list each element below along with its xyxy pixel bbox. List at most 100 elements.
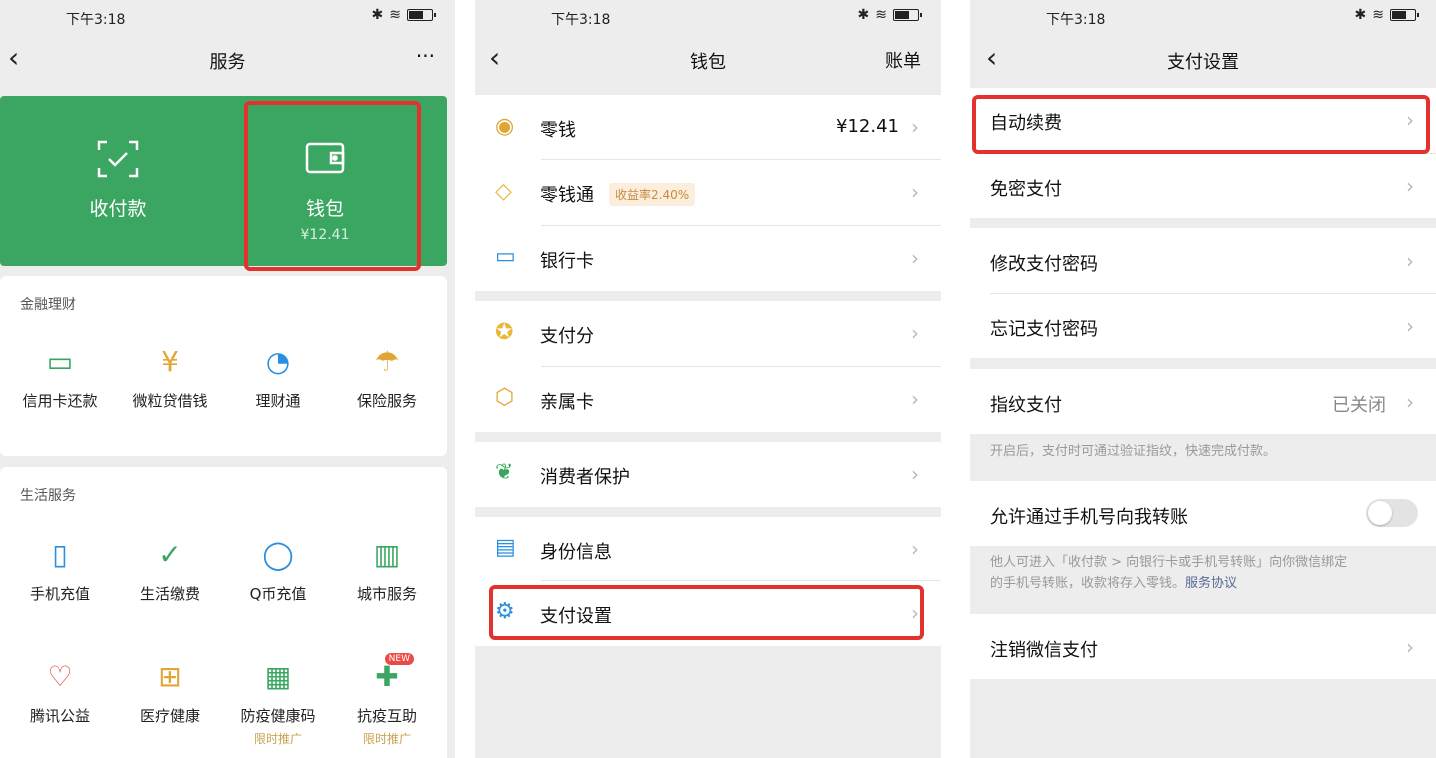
chevron-right-icon: ›	[1406, 314, 1414, 338]
bill-button[interactable]: 账单	[885, 47, 921, 73]
wealth-button[interactable]: ◔ 理财通	[223, 348, 333, 411]
row-label: 消费者保护	[540, 467, 630, 488]
row-label: 允许通过手机号向我转账	[990, 507, 1188, 528]
scan-check-icon	[8, 140, 228, 180]
page-title: 服务	[209, 52, 246, 73]
change-row[interactable]: ◉ 零钱 ¥12.41 ›	[475, 95, 941, 160]
coin-icon: ◉	[495, 114, 515, 139]
bank-card-icon: ▭	[495, 244, 516, 269]
chevron-right-icon: ›	[911, 462, 919, 486]
chevron-right-icon: ›	[1406, 390, 1414, 414]
highlight-box-pay-settings	[489, 585, 924, 640]
pay-receive-button[interactable]: 收付款	[8, 96, 228, 266]
lingqiantong-row[interactable]: ◇ 零钱通 收益率2.40% ›	[475, 160, 941, 226]
shield-hands-icon: ❦	[495, 460, 514, 485]
life-services-title: 生活服务	[20, 488, 76, 504]
pay-score-row[interactable]: ✪ 支付分 ›	[475, 301, 941, 367]
insurance-icon: ☂	[374, 345, 400, 378]
consumer-protection-row[interactable]: ❦ 消费者保护 ›	[475, 442, 941, 507]
charity-icon: ♡	[47, 660, 73, 693]
row-label: 亲属卡	[540, 392, 594, 413]
status-time: 下午3:18	[66, 12, 126, 28]
promo-label: 限时推广	[362, 732, 411, 746]
wifi-icon: ≋	[389, 7, 401, 23]
page-title: 钱包	[690, 52, 726, 73]
medical-button[interactable]: ⊞ 医疗健康	[115, 663, 225, 726]
status-time: 下午3:18	[551, 12, 611, 28]
phone-transfer-toggle[interactable]	[1366, 499, 1418, 527]
status-bar: 下午3:18 ✱ ≋	[970, 0, 1436, 34]
wifi-icon: ≋	[1372, 7, 1384, 23]
city-service-button[interactable]: ▥ 城市服务	[332, 541, 442, 604]
mutual-aid-icon: ✚	[375, 660, 399, 693]
forgot-pay-password-row[interactable]: 忘记支付密码 ›	[970, 294, 1436, 358]
more-button[interactable]: ···	[416, 44, 435, 68]
identity-info-row[interactable]: ▤ 身份信息 ›	[475, 517, 941, 581]
battery-icon	[1390, 9, 1419, 21]
status-bar: 下午3:18 ✱ ≋	[0, 0, 455, 34]
family-card-row[interactable]: ⬡ 亲属卡 ›	[475, 367, 941, 432]
yield-tag: 收益率2.40%	[609, 183, 696, 206]
nav-bar: ‹ 钱包 账单	[475, 34, 941, 88]
grid-label: 腾讯公益	[29, 707, 90, 725]
fingerprint-note: 开启后，支付时可通过验证指纹，快速完成付款。	[990, 444, 1277, 459]
chevron-right-icon: ›	[1406, 635, 1414, 659]
bluetooth-icon: ✱	[857, 7, 870, 23]
password-free-pay-row[interactable]: 免密支付 ›	[970, 154, 1436, 218]
cancel-wechat-pay-row[interactable]: 注销微信支付 ›	[970, 614, 1436, 679]
bill-pay-icon: ✓	[158, 538, 182, 571]
loan-button[interactable]: ¥ 微粒贷借钱	[115, 348, 225, 411]
bill-pay-button[interactable]: ✓ 生活缴费	[115, 541, 225, 604]
health-code-button[interactable]: ▦ 防疫健康码 限时推广	[223, 663, 333, 747]
grid-label: 手机充值	[29, 585, 90, 603]
row-label: 修改支付密码	[990, 254, 1098, 275]
transfer-note-line-2: 的手机号转账，收款将存入零钱。服务协议	[990, 573, 1416, 594]
change-pay-password-row[interactable]: 修改支付密码 ›	[970, 228, 1436, 294]
status-icons: ✱ ≋	[857, 7, 922, 23]
bank-card-row[interactable]: ▭ 银行卡 ›	[475, 226, 941, 291]
city-service-icon: ▥	[373, 538, 401, 571]
grid-label: 生活缴费	[139, 585, 200, 603]
wallet-screen: 下午3:18 ✱ ≋ ‹ 钱包 账单 ◉ 零钱 ¥12.41 › ◇ 零钱通 收…	[475, 0, 941, 758]
health-code-icon: ▦	[264, 660, 292, 693]
diamond-icon: ◇	[495, 179, 512, 204]
family-card-icon: ⬡	[495, 385, 515, 410]
grid-label: 医疗健康	[139, 707, 200, 725]
service-agreement-link[interactable]: 服务协议	[1185, 576, 1237, 591]
chevron-right-icon: ›	[911, 115, 919, 139]
status-bar: 下午3:18 ✱ ≋	[475, 0, 941, 34]
promo-label: 限时推广	[253, 732, 302, 746]
credit-card-repay-button[interactable]: ▭ 信用卡还款	[5, 348, 115, 411]
row-label: 指纹支付	[990, 395, 1062, 416]
wealth-icon: ◔	[265, 345, 291, 378]
change-balance: ¥12.41	[836, 116, 899, 137]
phone-topup-button[interactable]: ▯ 手机充值	[5, 541, 115, 604]
qq-coin-button[interactable]: ◯ Q币充值	[223, 541, 333, 604]
mutual-aid-button[interactable]: NEW ✚ 抗疫互助 限时推广	[332, 653, 442, 747]
loan-icon: ¥	[161, 345, 179, 378]
grid-label: 保险服务	[356, 392, 417, 410]
finance-card: 金融理财 ▭ 信用卡还款 ¥ 微粒贷借钱 ◔ 理财通 ☂ 保险服务	[0, 276, 447, 456]
chevron-right-icon: ›	[1406, 249, 1414, 273]
transfer-note-text: 的手机号转账，收款将存入零钱。	[990, 576, 1186, 591]
fingerprint-status: 已关闭	[1332, 395, 1386, 416]
row-label: 身份信息	[540, 542, 612, 563]
page-title: 支付设置	[1167, 52, 1239, 73]
row-label: 零钱通	[540, 185, 594, 206]
phone-transfer-row: 允许通过手机号向我转账	[970, 481, 1436, 546]
charity-button[interactable]: ♡ 腾讯公益	[5, 663, 115, 726]
chevron-right-icon: ›	[911, 537, 919, 561]
transfer-note-line-1: 他人可进入「收付款 > 向银行卡或手机号转账」向你微信绑定	[990, 555, 1348, 570]
row-label: 支付分	[540, 326, 594, 347]
highlight-box-wallet	[244, 101, 421, 271]
battery-icon	[893, 9, 922, 21]
finance-title: 金融理财	[20, 297, 76, 313]
fingerprint-pay-row[interactable]: 指纹支付 已关闭 ›	[970, 369, 1436, 434]
insurance-button[interactable]: ☂ 保险服务	[332, 348, 442, 411]
bluetooth-icon: ✱	[371, 7, 384, 23]
row-label: 零钱	[540, 120, 576, 141]
grid-label: 理财通	[255, 392, 301, 410]
chevron-right-icon: ›	[1406, 174, 1414, 198]
life-services-card: 生活服务 ▯ 手机充值 ✓ 生活缴费 ◯ Q币充值 ▥ 城市服务 ♡ 腾讯公益 …	[0, 467, 447, 758]
grid-label: 抗疫互助	[356, 707, 417, 725]
